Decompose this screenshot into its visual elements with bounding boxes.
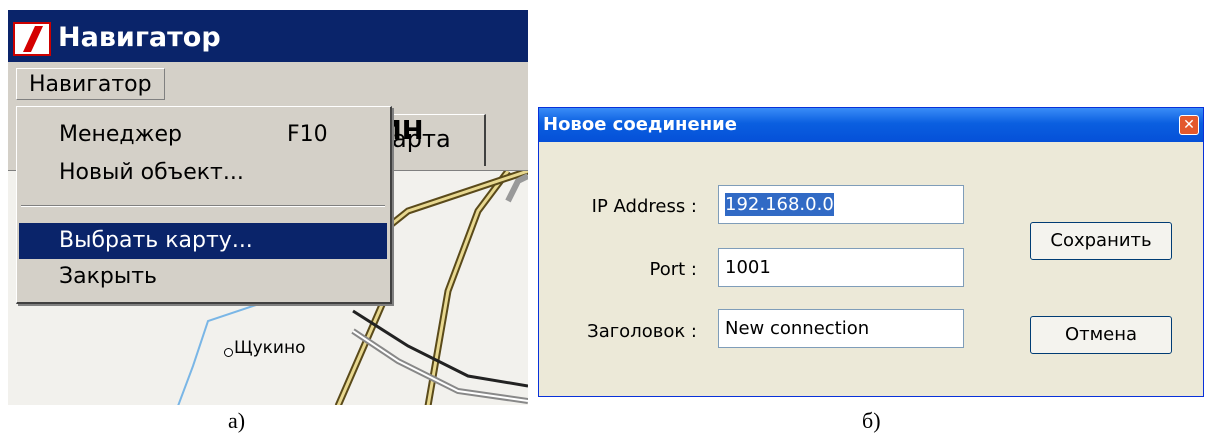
title-input[interactable]: New connection	[718, 309, 964, 348]
cancel-button[interactable]: Отмена	[1030, 316, 1172, 354]
village-marker-icon	[224, 348, 233, 357]
app-logo-icon	[13, 22, 51, 56]
title-label: Заголовок :	[587, 321, 697, 342]
menu-item-manager[interactable]: Менеджер F10	[19, 117, 387, 153]
menu-item-new-object[interactable]: Новый объект...	[19, 155, 387, 191]
window-title: Навигатор	[58, 22, 221, 53]
menu-item-label: Закрыть	[59, 264, 157, 289]
menu-item-label: Менеджер	[59, 122, 182, 147]
window-titlebar[interactable]: Навигатор	[8, 10, 528, 62]
menu-item-label: Новый объект...	[59, 160, 244, 185]
caption-a: а)	[228, 408, 246, 433]
caption-b: б)	[862, 408, 881, 433]
map-village-label: Щукино	[234, 338, 306, 358]
navigator-window: Навигатор Навигатор Карта ИН Щукино Мене…	[8, 10, 528, 405]
ip-address-value: 192.168.0.0	[725, 193, 834, 216]
menu-navigator[interactable]: Навигатор	[16, 68, 165, 100]
menu-item-shortcut: F10	[287, 122, 328, 147]
ip-address-input[interactable]: 192.168.0.0	[718, 185, 964, 224]
menu-item-select-map[interactable]: Выбрать карту...	[19, 223, 387, 259]
save-button[interactable]: Сохранить	[1030, 222, 1172, 260]
ip-address-label: IP Address :	[591, 196, 697, 217]
menu-item-label: Выбрать карту...	[59, 228, 253, 253]
menu-item-close[interactable]: Закрыть	[19, 259, 387, 295]
port-input[interactable]: 1001	[718, 248, 964, 287]
navigator-dropdown-menu: Менеджер F10 Новый объект... Выбрать кар…	[16, 106, 392, 304]
dialog-title: Новое соединение	[543, 114, 737, 135]
new-connection-dialog: Новое соединение ✕ IP Address : 192.168.…	[538, 107, 1204, 397]
close-icon[interactable]: ✕	[1179, 115, 1199, 135]
dialog-titlebar[interactable]: Новое соединение ✕	[539, 108, 1203, 142]
port-label: Port :	[649, 259, 697, 280]
menubar: Навигатор	[8, 62, 528, 106]
menu-separator	[21, 205, 385, 207]
